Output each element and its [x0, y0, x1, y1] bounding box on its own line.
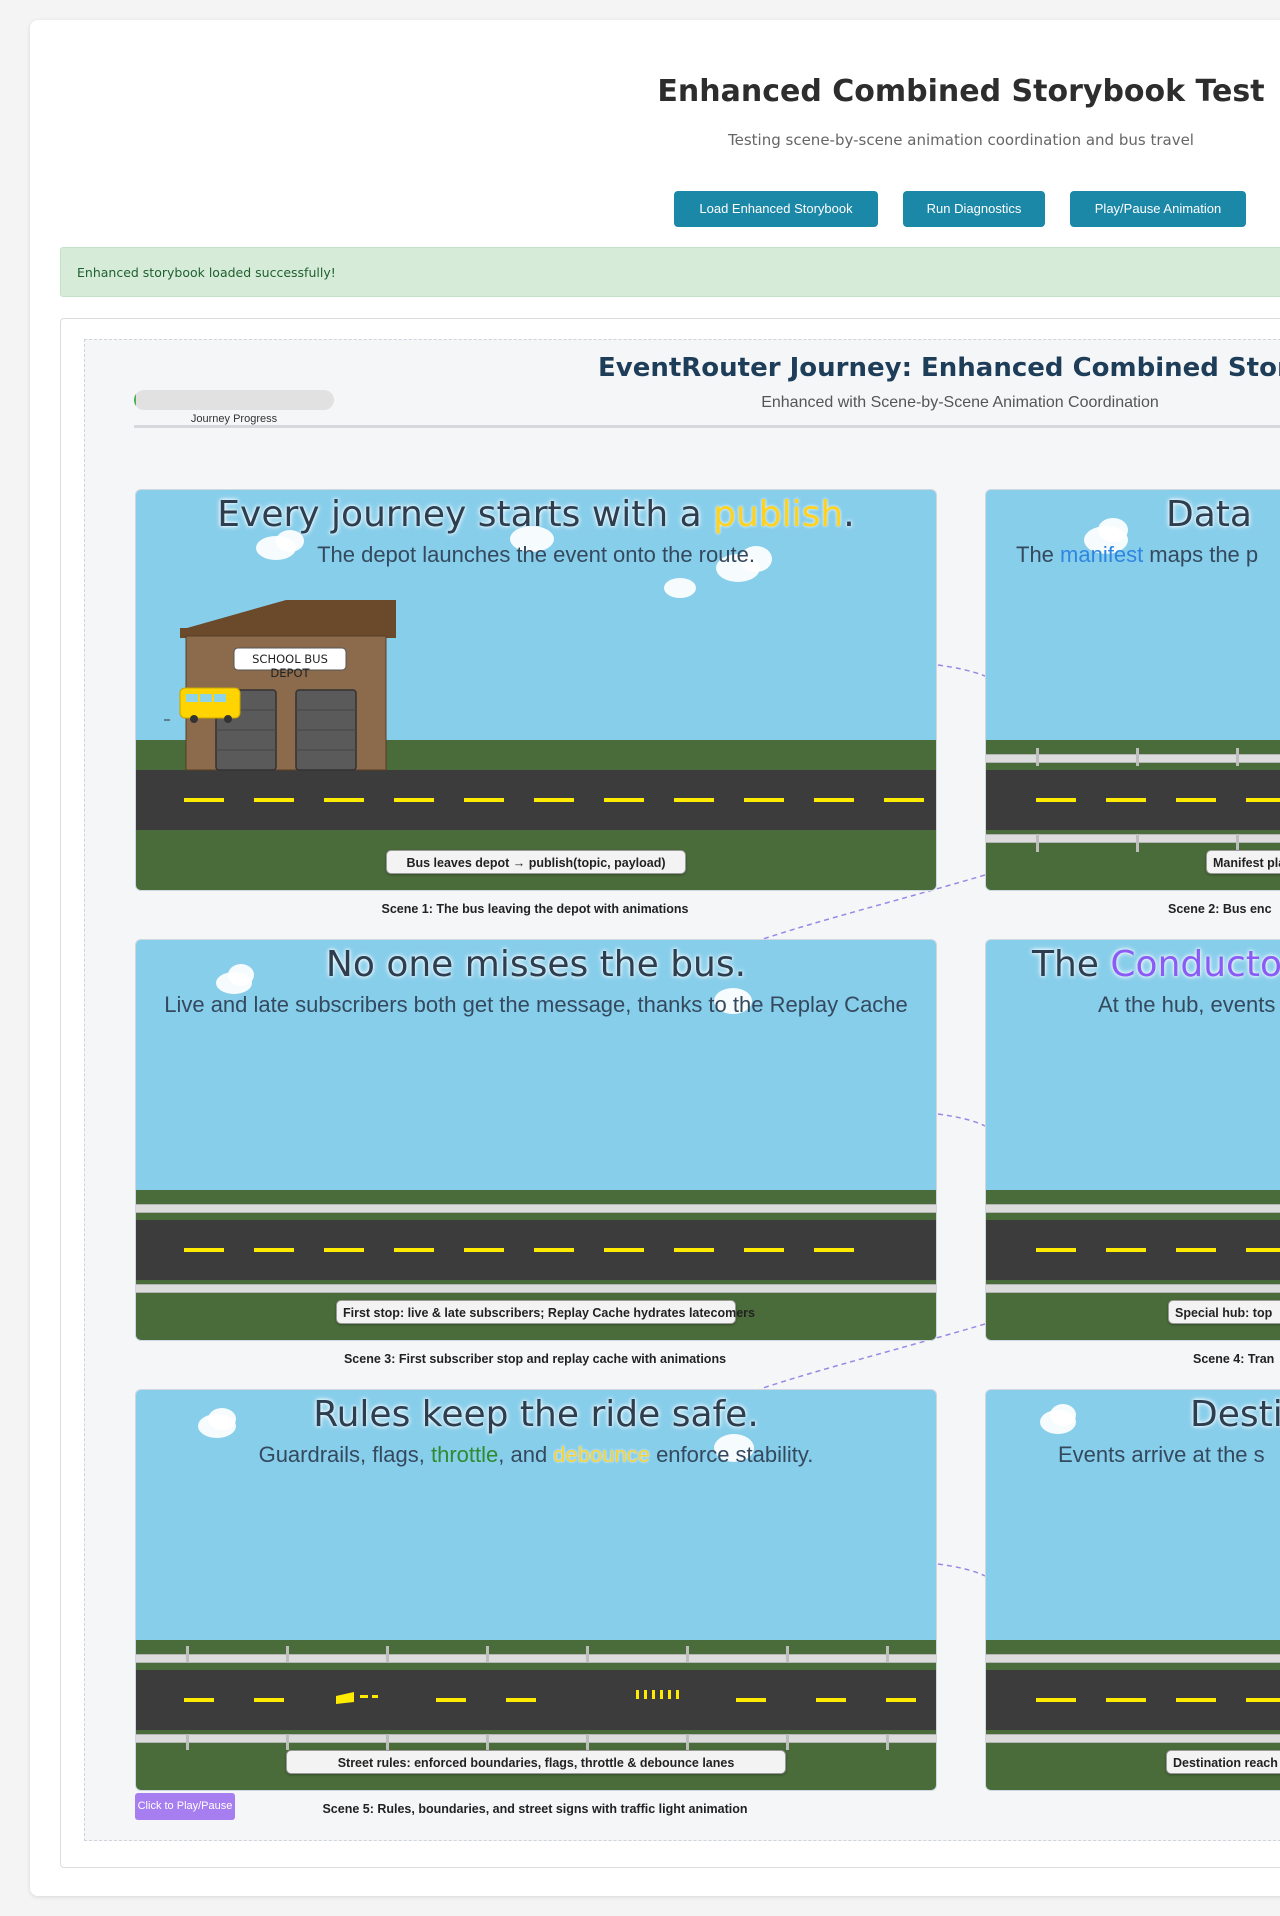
- lane-dash: [1036, 1248, 1076, 1252]
- depot-sign: SCHOOL BUS DEPOT: [252, 652, 328, 680]
- scene-5-caption: Scene 5: Rules, boundaries, and street s…: [322, 1802, 748, 1816]
- lane-dash: [1246, 798, 1280, 802]
- scene-2-sign: Manifest plan: [1206, 850, 1280, 874]
- lane-dash: [1106, 1248, 1146, 1252]
- scene-6: Desti Events arrive at the s Destination…: [985, 1389, 1280, 1791]
- scene-4-headline: The Conducto: [1032, 944, 1280, 985]
- guardrail: [986, 1734, 1280, 1743]
- scene-4-subline: At the hub, events: [1098, 992, 1276, 1017]
- guardrail-post: [1036, 748, 1039, 766]
- scene-3-caption: Scene 3: First subscriber stop and repla…: [343, 1352, 727, 1366]
- scene-1-caption: Scene 1: The bus leaving the depot with …: [381, 902, 689, 916]
- scene-5: Rules keep the ride safe. Guardrails, fl…: [135, 1389, 937, 1791]
- click-to-play-pause-button[interactable]: Click to Play/Pause: [135, 1793, 235, 1820]
- guardrail: [986, 1284, 1280, 1293]
- lane-dash: [1106, 1698, 1146, 1702]
- lane-dash: [1246, 1248, 1280, 1252]
- scene-1: Every journey starts with a publish. The…: [135, 489, 937, 891]
- scene-5-sign: Street rules: enforced boundaries, flags…: [286, 1750, 786, 1774]
- road-rules-markings: [184, 1646, 916, 1750]
- bus-depot: [164, 600, 396, 771]
- scene-3-sign: First stop: live & late subscribers; Rep…: [336, 1300, 755, 1324]
- lane-dash: [1246, 1698, 1280, 1702]
- scene-2: Data The manifest maps the p Manifest pl…: [985, 489, 1280, 891]
- guardrail-post: [1136, 748, 1139, 766]
- scene-6-sign: Destination reach: [1166, 1750, 1280, 1774]
- lane-dash: [1176, 1698, 1216, 1702]
- lane-dash: [1176, 798, 1216, 802]
- scene-6-subline: Events arrive at the s: [1058, 1442, 1265, 1467]
- scene-2-headline: Data: [1166, 494, 1252, 535]
- lane-dash: [1106, 798, 1146, 802]
- scene-6-headline: Desti: [1190, 1394, 1280, 1435]
- lane-dash: [1036, 798, 1076, 802]
- scene-4-caption: Scene 4: Tran: [1193, 1352, 1275, 1366]
- scene-2-subline: The manifest maps the p: [1016, 542, 1259, 567]
- scene-2-caption: Scene 2: Bus enc: [1168, 902, 1272, 916]
- lane-markings: [184, 1248, 854, 1252]
- lane-dash: [1036, 1698, 1076, 1702]
- guardrail-post: [1136, 834, 1139, 852]
- scene-1-sign: Bus leaves depot → publish(topic, payloa…: [386, 850, 686, 874]
- guardrail-post: [1236, 748, 1239, 766]
- scene-3: No one misses the bus. Live and late sub…: [135, 939, 937, 1341]
- scene-4: The Conducto At the hub, events Special …: [985, 939, 1280, 1341]
- guardrail-post: [1036, 834, 1039, 852]
- guardrail: [986, 1204, 1280, 1213]
- guardrail: [986, 1654, 1280, 1663]
- lane-dash: [1176, 1248, 1216, 1252]
- scene-4-sign: Special hub: top: [1168, 1300, 1280, 1324]
